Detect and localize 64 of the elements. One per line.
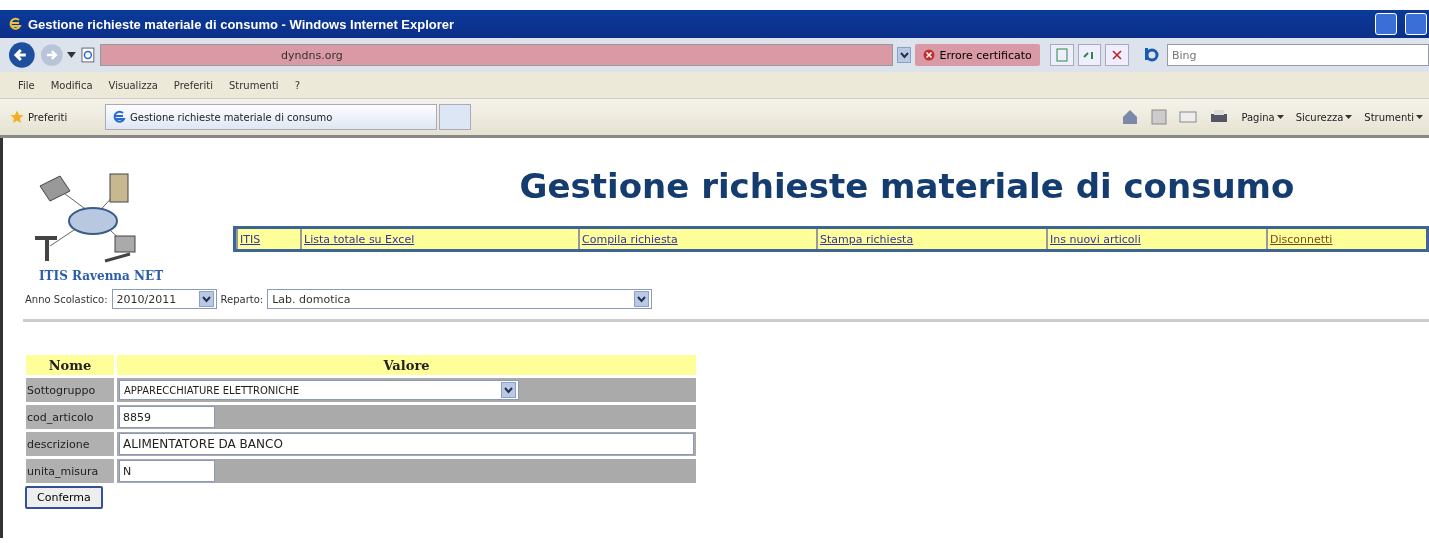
caret-icon xyxy=(1276,115,1284,119)
filter-label: Anno Scolastico: xyxy=(25,293,108,305)
subgroup-select[interactable]: APPARECCHIATURE ELETTRONICHE xyxy=(119,380,519,400)
address-field[interactable]: dyndns.org xyxy=(100,44,893,66)
menu-item[interactable]: Preferiti xyxy=(173,79,213,91)
page-heading: Gestione richieste materiale di consumo xyxy=(518,166,1295,206)
window-title: Gestione richieste materiale di consumo - Windows Internet Explorer xyxy=(28,16,455,32)
input-field[interactable]: N xyxy=(119,460,215,482)
nav-link[interactable]: Ins nuovi articoli xyxy=(1050,232,1141,246)
dropdown-caret-icon[interactable] xyxy=(67,52,77,58)
caret-icon xyxy=(201,295,211,303)
back-button[interactable] xyxy=(8,41,36,69)
filter-select[interactable]: 2010/2011 xyxy=(111,289,217,309)
browser-icon xyxy=(8,17,22,31)
dropdown-button[interactable] xyxy=(634,291,650,307)
input-field[interactable]: ALIMENTATORE DA BANCO xyxy=(119,433,694,455)
nav-link[interactable]: ITIS xyxy=(240,232,261,246)
dropdown-button[interactable] xyxy=(501,382,516,398)
command-menu[interactable]: Strumenti xyxy=(1364,111,1423,123)
printer-icon[interactable] xyxy=(1209,109,1230,125)
caret-icon xyxy=(1345,115,1353,119)
confirm-button[interactable]: Conferma xyxy=(25,486,103,509)
browser-tab[interactable]: Gestione richieste materiale di consumo xyxy=(105,104,437,130)
caret-icon xyxy=(637,295,647,303)
caret-icon xyxy=(504,386,513,394)
page-icon xyxy=(1054,48,1069,62)
maximize-button[interactable] xyxy=(1405,13,1427,35)
nav-link[interactable]: Compila richiesta xyxy=(582,232,678,246)
star-icon xyxy=(10,110,24,124)
address-dropdown-button[interactable] xyxy=(896,47,912,63)
nav-link[interactable]: Disconnetti xyxy=(1270,232,1333,246)
search-field[interactable]: Bing xyxy=(1167,44,1429,66)
logo-text: ITIS Ravenna NET xyxy=(39,269,164,283)
caret-icon xyxy=(899,51,909,59)
dropdown-button[interactable] xyxy=(198,291,214,307)
close-icon xyxy=(1111,49,1124,61)
home-icon[interactable] xyxy=(1121,109,1140,125)
menu-item[interactable]: Strumenti xyxy=(228,79,279,91)
error-icon xyxy=(923,49,936,61)
column-header: Nome xyxy=(26,355,114,375)
filter-label: Reparto: xyxy=(220,293,264,305)
certificate-error-button[interactable]: Errore certificato xyxy=(915,44,1040,66)
field-name: descrizione xyxy=(26,432,114,456)
nav-link[interactable]: Lista totale su Excel xyxy=(304,232,415,246)
caret-icon xyxy=(1416,115,1423,119)
menu-item[interactable]: File xyxy=(18,79,35,91)
filter-select[interactable]: Lab. domotica xyxy=(267,289,653,309)
command-menu[interactable]: Pagina xyxy=(1241,111,1284,123)
nav-link[interactable]: Stampa richiesta xyxy=(820,232,914,246)
input-field[interactable]: 8859 xyxy=(119,406,215,428)
menu-item[interactable]: Visualizza xyxy=(108,79,158,91)
browser-icon xyxy=(112,110,126,124)
page-icon xyxy=(80,47,97,63)
minimize-button[interactable] xyxy=(1375,13,1397,35)
field-name: unita_misura xyxy=(26,459,114,483)
menu-item[interactable]: ? xyxy=(294,79,300,91)
stop-button[interactable] xyxy=(1105,44,1129,66)
favorites-button[interactable]: Preferiti xyxy=(0,110,105,124)
menu-item[interactable]: Modifica xyxy=(50,79,93,91)
field-name: cod_articolo xyxy=(26,405,114,429)
command-menu[interactable]: Sicurezza xyxy=(1295,111,1353,123)
column-header: Valore xyxy=(117,355,696,375)
field-name: Sottogruppo xyxy=(26,378,114,402)
refresh-button[interactable] xyxy=(1077,44,1102,66)
